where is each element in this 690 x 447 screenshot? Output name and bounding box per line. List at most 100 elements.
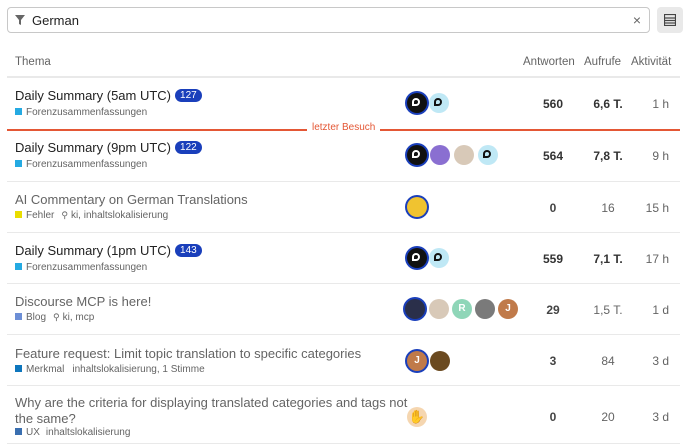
view-count: 6,6 T. — [593, 97, 623, 111]
topic-meta: Forenzusammenfassungen — [15, 262, 147, 273]
category-label[interactable]: Merkmal — [26, 364, 64, 375]
category-label[interactable]: Forenzusammenfassungen — [26, 107, 147, 118]
unread-badge[interactable]: 127 — [175, 89, 202, 102]
topic-row[interactable]: Why are the criteria for displaying tran… — [7, 386, 680, 444]
category-color-swatch — [15, 428, 22, 435]
view-count: 7,8 T. — [593, 149, 623, 163]
topic-row[interactable]: Feature request: Limit topic translation… — [7, 335, 680, 386]
topic-title[interactable]: Why are the criteria for displaying tran… — [15, 395, 407, 410]
filter-bar: German × — [7, 7, 683, 33]
topic-tags[interactable]: ki, mcp — [63, 312, 95, 323]
topic-row[interactable]: Daily Summary (9pm UTC) 122 Forenzusammen… — [7, 131, 680, 182]
user-avatar-face[interactable] — [429, 299, 449, 319]
activity-time[interactable]: 3 d — [629, 410, 669, 424]
user-avatar-gray[interactable] — [475, 299, 495, 319]
topic-tags[interactable]: ki, inhaltslokalisierung — [71, 210, 168, 221]
discourse-light-avatar[interactable] — [478, 145, 498, 165]
topic-title[interactable]: AI Commentary on German Translations — [15, 192, 248, 207]
discourse-logo-avatar[interactable] — [407, 93, 427, 113]
topic-meta: Fehler ⚲ ki, inhaltslokalisierung — [15, 210, 168, 221]
view-count: 1,5 T. — [593, 303, 623, 317]
topic-title-continued[interactable]: the same? — [15, 411, 76, 426]
category-label[interactable]: Forenzusammenfassungen — [26, 262, 147, 273]
discourse-light-avatar[interactable] — [429, 248, 449, 268]
discourse-logo-avatar[interactable] — [407, 145, 427, 165]
activity-time[interactable]: 15 h — [629, 201, 669, 215]
activity-time[interactable]: 9 h — [629, 149, 669, 163]
topic-meta: Forenzusammenfassungen — [15, 159, 147, 170]
activity-time[interactable]: 1 d — [629, 303, 669, 317]
unread-badge[interactable]: 143 — [175, 244, 202, 257]
tag-icon: ⚲ — [61, 210, 68, 220]
category-color-swatch — [15, 160, 22, 167]
category-color-swatch — [15, 211, 22, 218]
reply-count[interactable]: 560 — [527, 97, 579, 111]
tag-icon: ⚲ — [53, 312, 60, 322]
header-replies[interactable]: Antworten — [523, 56, 575, 68]
topic-meta: UX inhaltslokalisierung — [15, 427, 130, 438]
user-avatar-r[interactable]: R — [452, 299, 472, 319]
topic-title-text[interactable]: Daily Summary (5am UTC) — [15, 88, 171, 103]
reply-count[interactable]: 0 — [527, 410, 579, 424]
header-topic[interactable]: Thema — [15, 56, 51, 68]
header-activity[interactable]: Aktivität — [631, 56, 671, 68]
user-avatar-yellow[interactable] — [407, 197, 427, 217]
header-views[interactable]: Aufrufe — [584, 56, 621, 68]
topic-title-text[interactable]: Feature request: Limit topic translation… — [15, 346, 361, 361]
topic-title[interactable]: Daily Summary (1pm UTC) 143 — [15, 243, 202, 258]
list-view-icon — [664, 14, 676, 26]
topic-title[interactable]: Daily Summary (9pm UTC) 122 — [15, 140, 202, 155]
activity-time[interactable]: 1 h — [629, 97, 669, 111]
reply-count[interactable]: 564 — [527, 149, 579, 163]
category-label[interactable]: UX — [26, 427, 40, 438]
user-avatar-face[interactable] — [454, 145, 474, 165]
category-label[interactable]: Blog — [26, 312, 46, 323]
topic-title-text[interactable]: AI Commentary on German Translations — [15, 192, 248, 207]
topic-title-text[interactable]: Why are the criteria for displaying tran… — [15, 395, 407, 410]
category-color-swatch — [15, 313, 22, 320]
topic-title-text[interactable]: Daily Summary (9pm UTC) — [15, 140, 171, 155]
topic-row[interactable]: AI Commentary on German Translations Feh… — [7, 182, 680, 233]
filter-icon — [15, 15, 25, 25]
user-avatar-j[interactable]: J — [407, 351, 427, 371]
user-avatar-brown[interactable] — [430, 351, 450, 371]
activity-time[interactable]: 17 h — [629, 252, 669, 266]
filter-input[interactable]: German × — [7, 7, 650, 33]
topic-row[interactable]: Daily Summary (1pm UTC) 143 Forenzusammen… — [7, 233, 680, 284]
topic-title[interactable]: Daily Summary (5am UTC) 127 — [15, 88, 202, 103]
reply-count[interactable]: 559 — [527, 252, 579, 266]
view-count: 16 — [601, 201, 615, 215]
topic-title-text[interactable]: the same? — [15, 411, 76, 426]
hand-emoji-avatar[interactable]: ✋ — [407, 407, 427, 427]
category-label[interactable]: Forenzusammenfassungen — [26, 159, 147, 170]
discourse-light-avatar[interactable] — [429, 93, 449, 113]
category-color-swatch — [15, 263, 22, 270]
category-color-swatch — [15, 108, 22, 115]
reply-count[interactable]: 29 — [527, 303, 579, 317]
topic-row[interactable]: Discourse MCP is here! Blog ⚲ ki, mcp R J … — [7, 284, 680, 335]
view-count: 7,1 T. — [593, 252, 623, 266]
clear-icon[interactable]: × — [633, 12, 641, 28]
topic-title[interactable]: Feature request: Limit topic translation… — [15, 346, 361, 361]
topic-title-text[interactable]: Discourse MCP is here! — [15, 294, 151, 309]
category-color-swatch — [15, 365, 22, 372]
list-view-button[interactable] — [657, 7, 683, 33]
topic-tags[interactable]: inhaltslokalisierung — [46, 427, 131, 438]
topic-title[interactable]: Discourse MCP is here! — [15, 294, 151, 309]
topic-meta: Merkmal inhaltslokalisierung, 1 Stimme — [15, 364, 205, 375]
reply-count[interactable]: 0 — [527, 201, 579, 215]
view-count: 20 — [601, 410, 615, 424]
discourse-logo-avatar[interactable] — [407, 248, 427, 268]
user-avatar-j[interactable]: J — [498, 299, 518, 319]
topic-list-header: Thema Antworten Aufrufe Aktivität — [7, 52, 680, 78]
user-avatar-dark[interactable] — [405, 299, 425, 319]
user-avatar-purple[interactable] — [430, 145, 450, 165]
topic-meta: Forenzusammenfassungen — [15, 107, 147, 118]
reply-count[interactable]: 3 — [527, 354, 579, 368]
activity-time[interactable]: 3 d — [629, 354, 669, 368]
topic-title-text[interactable]: Daily Summary (1pm UTC) — [15, 243, 171, 258]
topic-tags[interactable]: inhaltslokalisierung, 1 Stimme — [72, 364, 204, 375]
unread-badge[interactable]: 122 — [175, 141, 202, 154]
category-label[interactable]: Fehler — [26, 210, 54, 221]
view-count: 84 — [601, 354, 615, 368]
